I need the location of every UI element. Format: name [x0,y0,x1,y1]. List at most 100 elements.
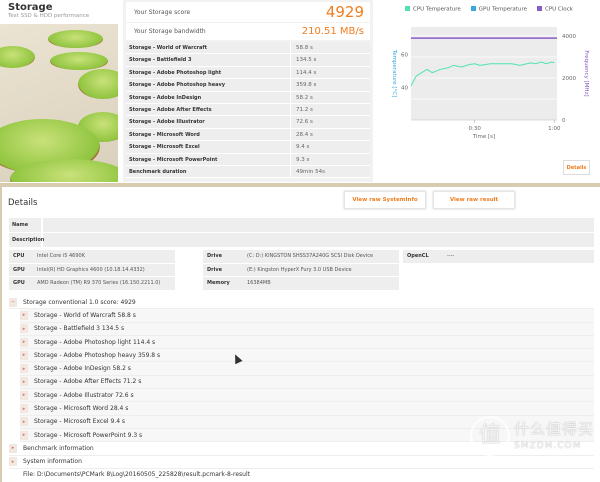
score-row: Your Storage score 4929 [126,2,370,22]
tree-label: Storage - Adobe Photoshop heavy 359.8 s [34,351,161,359]
test-title: Storage [8,2,53,13]
description-row: Description [9,233,594,247]
result-name: Storage - Adobe InDesign [126,91,291,103]
expand-icon[interactable]: ▸ [20,324,28,334]
expand-icon[interactable]: ▸ [20,404,28,414]
spec-value: Intel(R) HD Graphics 4600 (10.18.14.4332… [37,266,145,273]
spec-value: ---- [447,253,455,260]
tree-label: Storage - Adobe InDesign 58.2 s [34,365,131,373]
tree-label: Storage - Adobe Photoshop light 114.4 s [34,338,156,346]
chart-details-button[interactable]: Details [563,160,590,175]
result-value: 58.2 s [296,94,313,101]
expand-icon[interactable]: ▸ [20,390,28,400]
expand-icon[interactable]: ▸ [20,337,28,347]
tree-item[interactable]: ▸ Storage - Battlefield 3 134.5 s [20,322,594,336]
y2-tick-label: 2000 [562,76,576,82]
name-label: Name [9,218,43,232]
y-tick-label: 40 [401,85,408,91]
tree-label: Storage - Adobe Illustrator 72.6 s [34,391,134,399]
spec-value: Intel Core i5 4690K [37,253,85,260]
spec-value: (C: D:) KINGSTON SHSS37A240G SCSI Disk D… [247,253,374,260]
spec-row: GPU AMD Radeon (TM) R9 370 Series (16.150… [9,277,175,290]
expand-icon[interactable]: ▸ [20,310,28,320]
tree-item[interactable]: ▸ Storage - Adobe After Effects 71.2 s [20,375,594,390]
name-row: Name [9,218,594,232]
result-value: 359.8 s [296,82,317,89]
bandwidth-label: Your Storage bandwidth [134,28,206,35]
chart-svg: 0:30 1:00 40 60 0 2000 4000 Time [s] Temperature… [391,27,589,140]
spec-row: Drive (E:) Kingston HyperX Fury 3.0 USB D… [203,263,399,276]
y-tick-label: 60 [401,53,408,59]
result-value: 28.4 s [296,131,313,138]
result-row: Storage - Battlefield 3 134.5 s [126,54,370,67]
tree-label: Storage - Microsoft Word 28.4 s [34,405,129,413]
result-name: Storage - Adobe Illustrator [126,116,291,128]
tree-item[interactable]: ▸ Storage - Adobe InDesign 58.2 s [20,362,594,376]
spec-row: Drive (C: D:) KINGSTON SHSS37A240G SCSI D… [203,250,399,263]
spec-value: 16384MB [247,280,271,287]
y2-tick-label: 4000 [562,34,576,40]
result-name: Storage - Microsoft Excel [126,141,291,153]
test-card: Storage Test SSD & HDD performance [0,0,118,182]
test-image [0,24,118,182]
result-name: Storage - Microsoft Word [126,128,291,141]
monitoring-chart: CPU Temperature GPU Temperature CPU Cloc… [375,0,600,182]
tree-label: Storage - Microsoft Excel 9.4 s [34,418,126,426]
spec-row: GPU Intel(R) HD Graphics 4600 (10.18.14.4… [9,263,175,276]
results-panel: Storage Test SSD & HDD performance Your … [0,0,600,183]
x-tick-label: 1:00 [548,126,561,132]
spec-row: CPU Intel Core i5 4690K [9,250,175,263]
tree-item[interactable]: ▸ Storage - World of Warcraft 58.8 s [20,309,594,323]
expand-icon[interactable]: ▸ [20,350,28,360]
spec-key: GPU [13,266,25,273]
expand-icon[interactable]: ▸ [20,430,28,440]
result-row: Storage - Adobe Photoshop heavy 359.8 s [126,79,370,92]
result-value: 49min 54s [296,168,325,175]
result-value: 71.2 s [296,106,313,113]
expand-icon[interactable]: ▸ [9,443,17,453]
result-row: Storage - Microsoft PowerPoint 9.3 s [126,153,370,166]
tree-item[interactable]: ▸ Storage - Adobe Illustrator 72.6 s [20,389,594,403]
details-title: Details [8,198,38,208]
spec-key: Drive [207,266,222,273]
spec-storage: Drive (C: D:) KINGSTON SHSS37A240G SCSI D… [203,250,399,290]
view-raw-result-button[interactable]: View raw result [433,191,515,209]
result-name: Storage - Adobe Photoshop heavy [126,79,291,91]
expand-icon[interactable]: ▸ [20,377,28,387]
tree-item[interactable]: ▸ Storage - Adobe Photoshop light 114.4 s [20,335,594,350]
bandwidth-value: 210.51 MB/s [301,26,364,37]
result-value: 114.4 s [296,69,317,76]
description-label: Description [9,233,44,247]
collapse-icon[interactable]: − [9,297,17,307]
result-value: 9.3 s [296,156,310,163]
tree-label: Storage - Adobe After Effects 71.2 s [34,378,142,386]
score-card: Your Storage score 4929 Your Storage ban… [123,0,373,182]
tree-label: Storage - Battlefield 3 134.5 s [34,325,125,333]
watermark-logo: 值什么值得买 SMZDM.COM [470,408,598,482]
result-value: 9.4 s [296,144,310,151]
result-name: Storage - Microsoft PowerPoint [126,153,291,165]
x-axis-label: Time [s] [472,134,495,140]
test-subtitle: Test SSD & HDD performance [8,13,90,19]
spec-key: Memory [207,280,230,287]
result-value: 58.8 s [296,45,313,51]
spec-key: GPU [13,280,25,287]
result-name: Benchmark duration [126,165,291,178]
spec-opencl: OpenCL ---- [403,250,594,263]
result-value: 134.5 s [296,57,317,64]
expand-icon[interactable]: ▸ [20,417,28,427]
tree-item[interactable]: ▸ Storage - Adobe Photoshop heavy 359.8 s [20,349,594,363]
view-raw-systeminfo-button[interactable]: View raw SystemInfo [344,191,426,209]
expand-icon[interactable]: ▸ [20,364,28,374]
expand-icon[interactable]: ▸ [9,457,17,467]
result-row: Storage - Adobe After Effects 71.2 s [126,103,370,117]
result-name: Storage - Adobe After Effects [126,103,291,116]
spec-key: CPU [13,253,25,260]
plot-area [411,27,557,120]
tree-root[interactable]: − Storage conventional 1.0 score: 4929 [9,296,594,310]
bandwidth-row: Your Storage bandwidth 210.51 MB/s [126,23,370,40]
spec-value: AMD Radeon (TM) R9 370 Series (16.150.22… [37,280,161,287]
result-name: Storage - Battlefield 3 [126,54,291,66]
spec-hardware: CPU Intel Core i5 4690K GPU Intel(R) HD Gra… [9,250,175,290]
results-table: Storage - World of Warcraft 58.8 s Storage… [126,42,370,179]
